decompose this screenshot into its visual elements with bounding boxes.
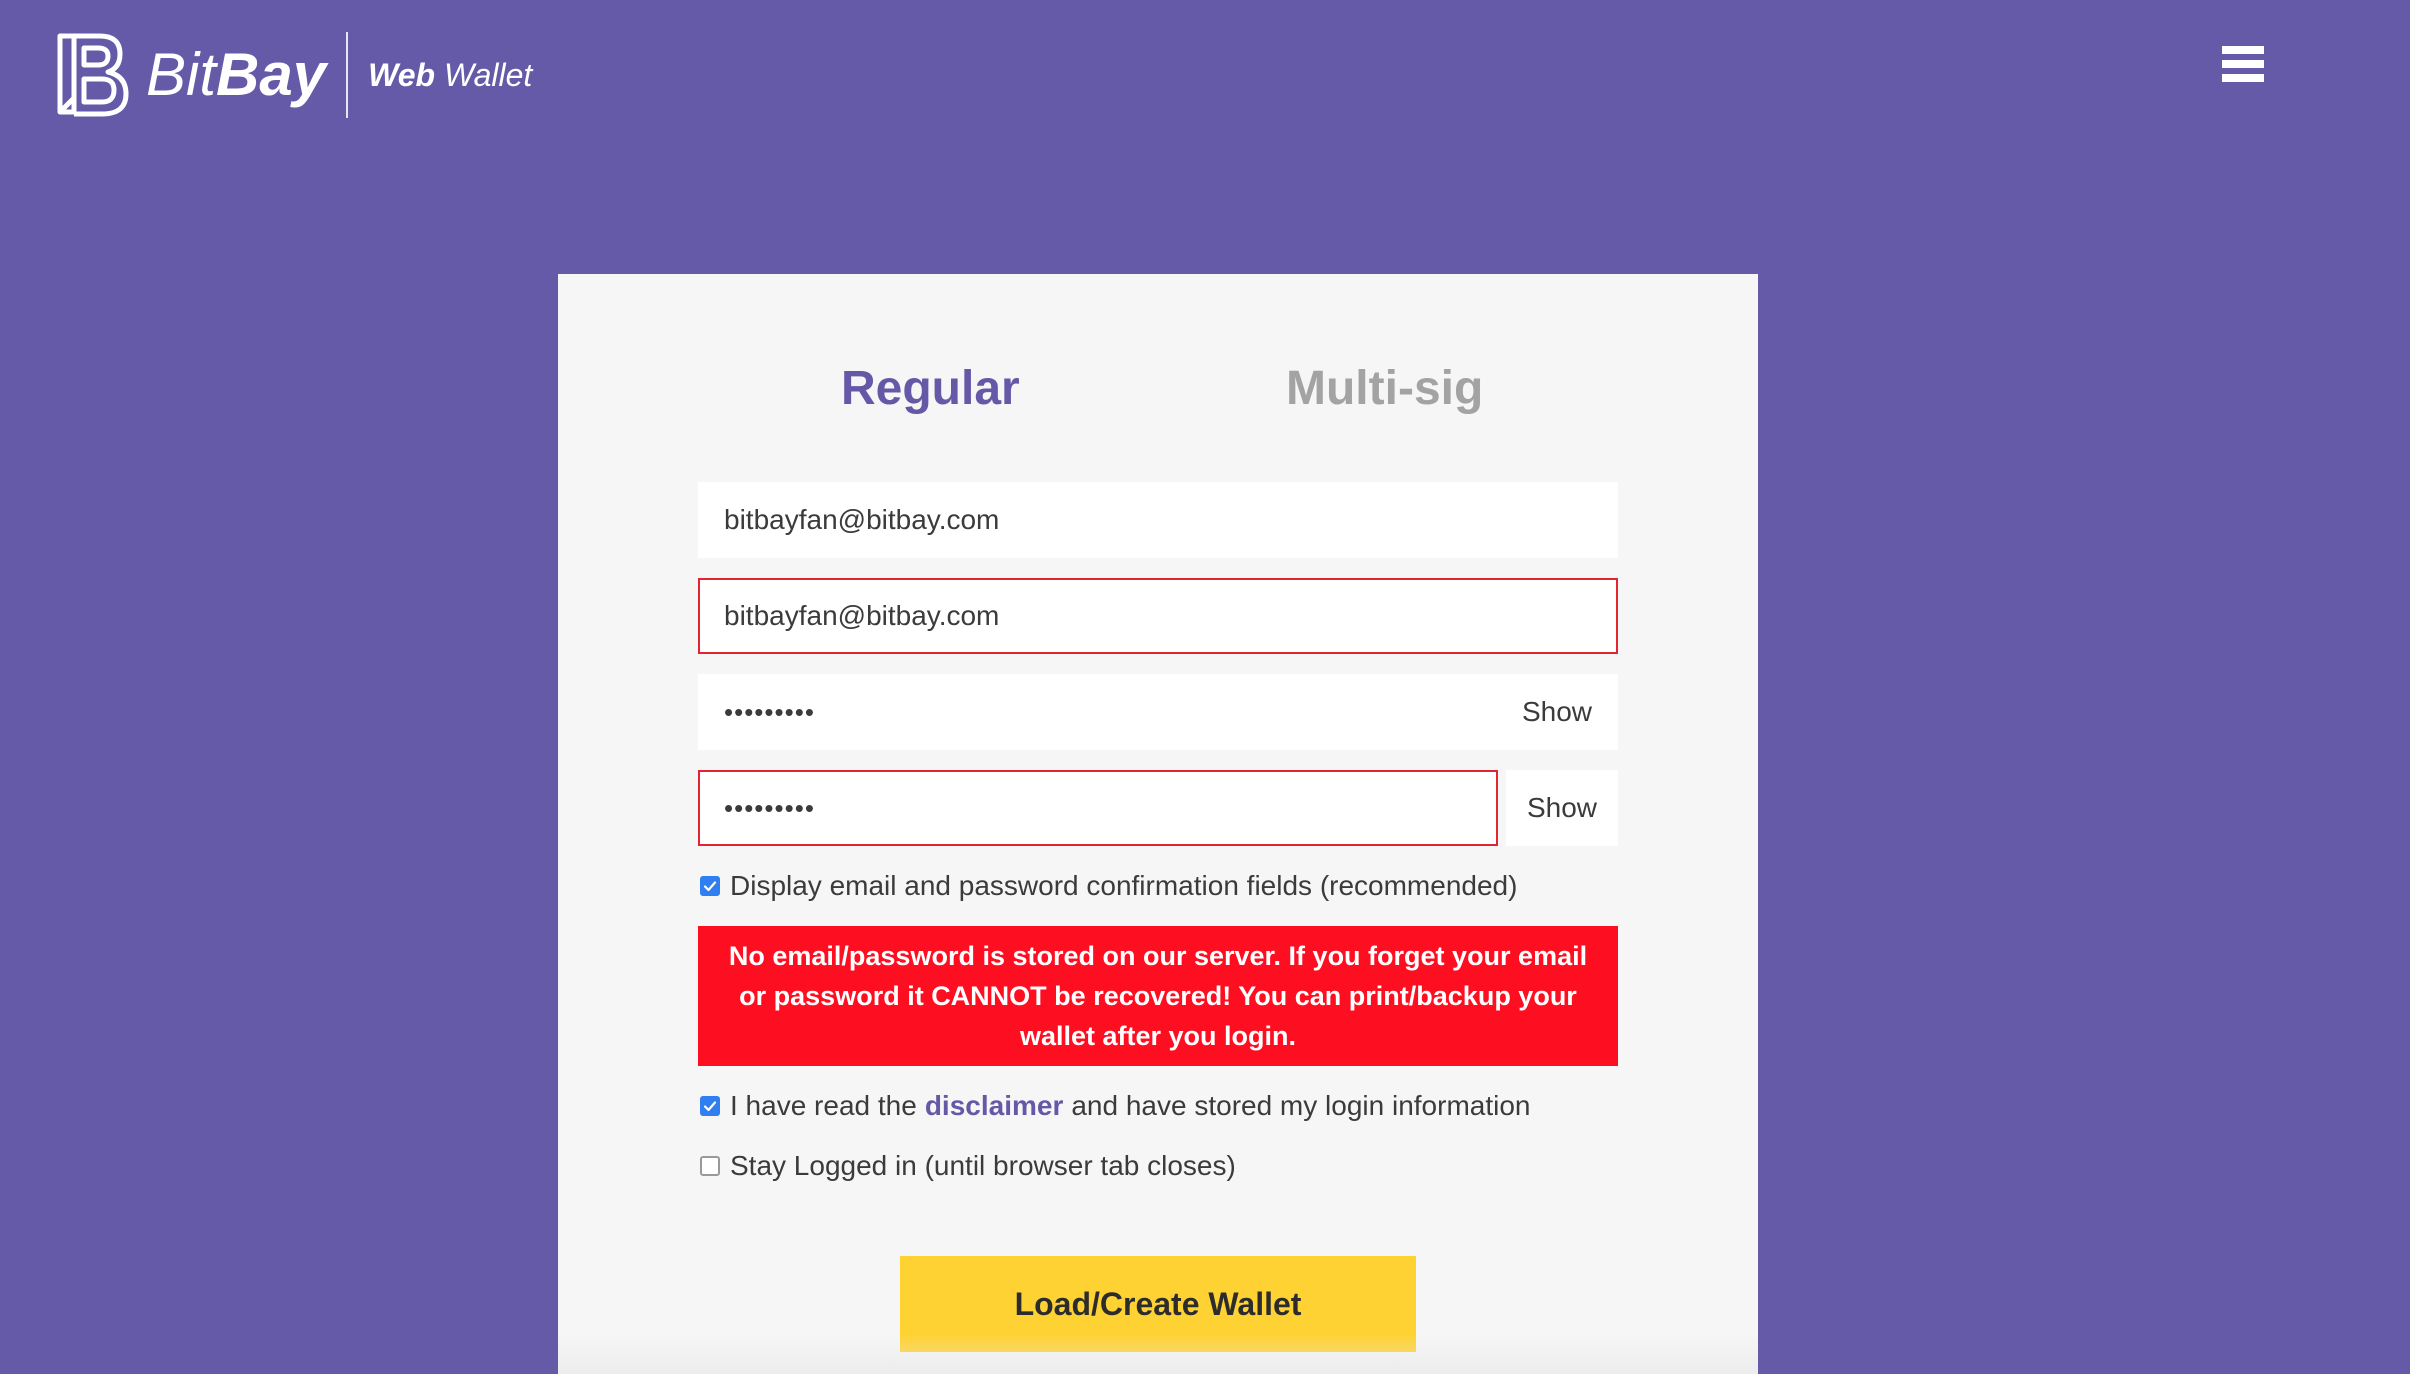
tab-regular[interactable]: Regular xyxy=(841,354,1020,424)
disclaimer-link[interactable]: disclaimer xyxy=(925,1090,1064,1122)
confirm-fields-option[interactable]: Display email and password confirmation … xyxy=(698,868,1517,904)
password-input[interactable] xyxy=(700,676,1616,748)
stay-logged-option[interactable]: Stay Logged in (until browser tab closes… xyxy=(698,1148,1236,1184)
bitbay-logo-icon xyxy=(57,33,129,117)
tab-multi-sig[interactable]: Multi-sig xyxy=(1286,354,1483,424)
disclaimer-option[interactable]: I have read the disclaimer and have stor… xyxy=(698,1088,1531,1124)
stay-logged-checkbox[interactable] xyxy=(700,1156,720,1176)
checkmark-icon xyxy=(703,881,717,892)
brand-name-bit: Bit xyxy=(146,41,217,108)
hamburger-menu-icon[interactable] xyxy=(2222,46,2264,90)
email-field[interactable] xyxy=(698,482,1618,558)
disclaimer-suffix: and have stored my login information xyxy=(1071,1090,1531,1121)
brand-name-bay: Bay xyxy=(216,41,327,108)
email-input[interactable] xyxy=(700,484,1616,556)
password-show-button[interactable]: Show xyxy=(1522,676,1592,748)
email-confirm-field[interactable] xyxy=(698,578,1618,654)
logo-divider xyxy=(346,32,349,118)
checkmark-icon xyxy=(703,1101,717,1112)
password-confirm-show-button[interactable]: Show xyxy=(1506,770,1618,846)
wallet-type-tabs: Regular Multi-sig xyxy=(558,354,1758,424)
confirm-fields-checkbox[interactable] xyxy=(700,876,720,896)
brand-logo[interactable]: BitBay Web Wallet xyxy=(54,30,532,120)
password-confirm-row: Show xyxy=(698,770,1618,846)
sub-brand-wallet: Wallet xyxy=(435,57,533,93)
stay-logged-label: Stay Logged in (until browser tab closes… xyxy=(730,1150,1236,1181)
password-field[interactable]: Show xyxy=(698,674,1618,750)
disclaimer-prefix: I have read the xyxy=(730,1090,917,1121)
password-confirm-input[interactable] xyxy=(700,772,1496,844)
password-confirm-field[interactable] xyxy=(698,770,1498,846)
email-confirm-input[interactable] xyxy=(700,580,1616,652)
disclaimer-checkbox[interactable] xyxy=(700,1096,720,1116)
warning-banner: No email/password is stored on our serve… xyxy=(698,926,1618,1066)
brand-name: BitBay xyxy=(146,45,326,105)
card-bottom-fade xyxy=(558,1334,1758,1374)
login-card: Regular Multi-sig Show Show Display emai… xyxy=(558,274,1758,1374)
confirm-fields-label: Display email and password confirmation … xyxy=(730,870,1518,901)
sub-brand-web: Web xyxy=(368,57,436,93)
sub-brand: Web Wallet xyxy=(368,59,532,91)
